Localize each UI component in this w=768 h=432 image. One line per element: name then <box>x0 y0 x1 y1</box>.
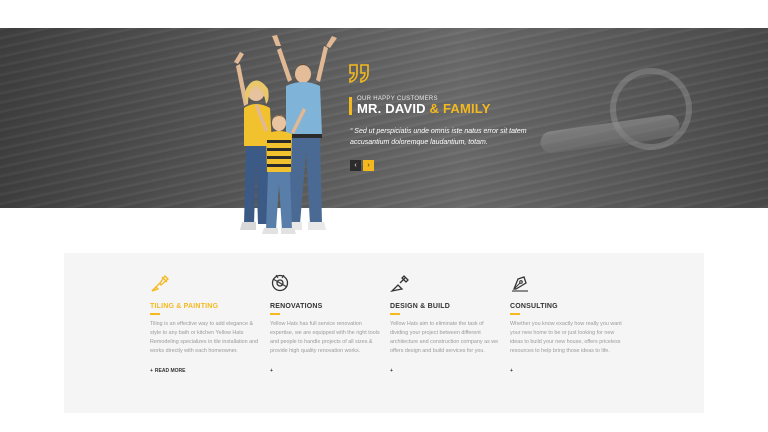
title-underline <box>150 313 160 315</box>
read-more-link[interactable]: + <box>270 368 275 374</box>
testimonial-name-accent: & FAMILY <box>429 101 491 116</box>
read-more-link[interactable]: + <box>510 368 515 374</box>
title-underline <box>270 313 280 315</box>
testimonial-name: MR. DAVID & FAMILY <box>357 101 491 116</box>
chevron-left-icon: ‹ <box>354 162 357 169</box>
service-title: RENOVATIONS <box>270 303 323 310</box>
service-description: Yellow Hats aim to eliminate the task of… <box>390 321 499 354</box>
family-photo <box>234 35 337 234</box>
read-more-label: READ MORE <box>154 368 186 374</box>
service-title: CONSULTING <box>510 303 558 310</box>
plus-icon: + <box>270 368 273 374</box>
trowel-icon <box>390 275 409 293</box>
read-more-link[interactable]: + READ MORE <box>150 368 185 374</box>
service-description: Yellow Hats has full service renovation … <box>270 321 380 354</box>
title-underline <box>390 313 400 315</box>
quote-icon <box>349 64 369 83</box>
service-description: Tiling is an effective way to add elegan… <box>150 321 259 354</box>
carousel-next-button[interactable]: › <box>363 160 374 171</box>
chevron-right-icon: › <box>367 162 370 169</box>
carousel-prev-button[interactable]: ‹ <box>350 160 361 171</box>
plus-icon: + <box>510 368 513 374</box>
testimonial-name-main: MR. DAVID <box>357 101 426 116</box>
services-panel: TILING & PAINTING Tiling is an effective… <box>64 253 704 413</box>
paint-brush-icon <box>151 274 169 292</box>
testimonial-quote: “ Sed ut perspiciatis unde omnis iste na… <box>350 128 527 146</box>
service-description: Whether you know exactly how really you … <box>510 321 622 354</box>
plus-icon: + <box>150 368 153 374</box>
service-title: DESIGN & BUILD <box>390 303 450 310</box>
saw-blade-icon <box>271 274 289 292</box>
plus-icon: + <box>390 368 393 374</box>
title-underline <box>510 313 520 315</box>
testimonial-hero <box>0 28 768 208</box>
pen-nib-icon <box>512 276 528 292</box>
service-title: TILING & PAINTING <box>150 303 219 310</box>
read-more-link[interactable]: + <box>390 368 395 374</box>
accent-bar <box>349 97 352 115</box>
